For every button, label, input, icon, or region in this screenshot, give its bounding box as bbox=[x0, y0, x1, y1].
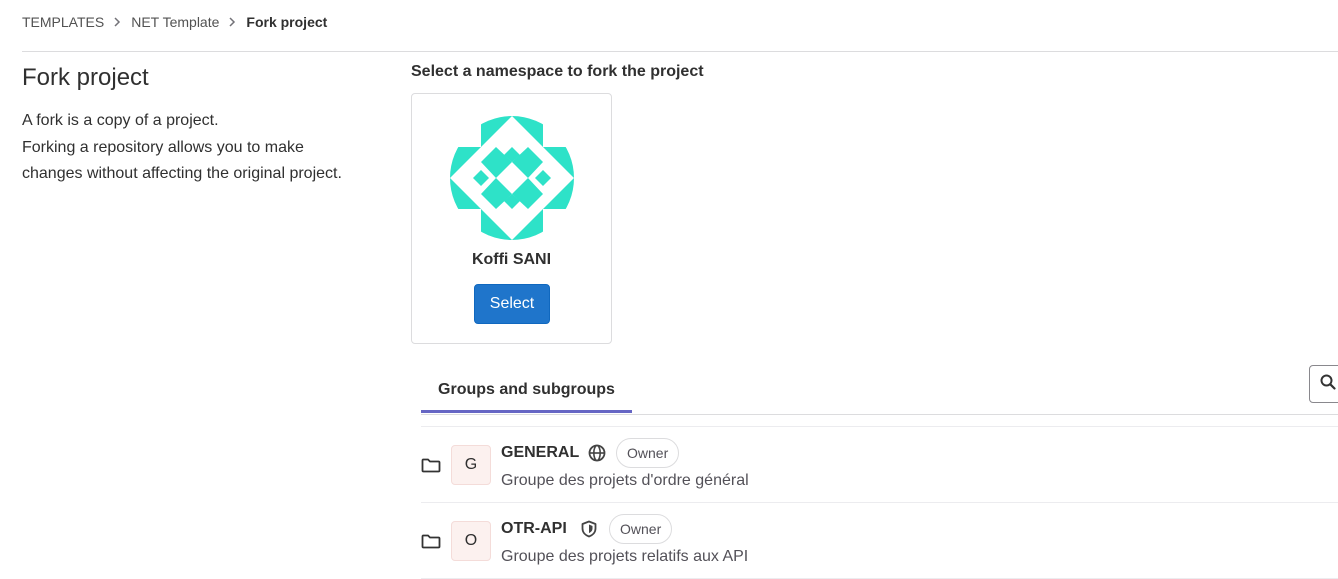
globe-icon bbox=[587, 443, 607, 463]
description-line: changes without affecting the original p… bbox=[22, 165, 342, 182]
tab-bar-border bbox=[421, 414, 1338, 415]
breadcrumb-item-templates[interactable]: TEMPLATES bbox=[22, 14, 104, 30]
breadcrumb-current: Fork project bbox=[246, 14, 328, 30]
description-line: A fork is a copy of a project. bbox=[22, 112, 219, 129]
folder-icon bbox=[421, 532, 441, 550]
shield-icon bbox=[579, 519, 599, 539]
user-avatar bbox=[450, 116, 574, 240]
namespace-card: Koffi SANI Select bbox=[411, 93, 612, 344]
role-badge: Owner bbox=[609, 514, 673, 544]
group-description: Groupe des projets relatifs aux API bbox=[501, 548, 749, 565]
select-namespace-button[interactable]: Select bbox=[474, 284, 550, 324]
header-divider bbox=[22, 51, 1338, 52]
list-item[interactable]: O OTR-API Owner Groupe des projets relat… bbox=[421, 503, 1338, 579]
breadcrumb: TEMPLATES NET Template Fork project bbox=[22, 12, 327, 32]
chevron-right-icon bbox=[113, 17, 121, 27]
active-tab-indicator bbox=[421, 410, 632, 413]
chevron-right-icon bbox=[228, 17, 236, 27]
search-icon bbox=[1320, 374, 1336, 395]
search-button[interactable] bbox=[1309, 365, 1338, 403]
group-description: Groupe des projets d'ordre général bbox=[501, 472, 749, 489]
group-name-link[interactable]: GENERAL bbox=[501, 444, 579, 462]
page-description: A fork is a copy of a project. Forking a… bbox=[22, 108, 392, 188]
breadcrumb-item-net-template[interactable]: NET Template bbox=[131, 14, 219, 30]
list-item[interactable]: G GENERAL Owner Groupe des projets d'ord… bbox=[421, 427, 1338, 503]
folder-icon bbox=[421, 456, 441, 474]
group-name-link[interactable]: OTR-API bbox=[501, 520, 567, 538]
group-avatar: G bbox=[451, 445, 491, 485]
tab-groups-and-subgroups[interactable]: Groups and subgroups bbox=[421, 366, 632, 414]
page-title: Fork project bbox=[22, 64, 149, 91]
description-line: Forking a repository allows you to make bbox=[22, 138, 304, 156]
role-badge: Owner bbox=[616, 438, 680, 468]
group-avatar: O bbox=[451, 521, 491, 561]
namespace-user-name: Koffi SANI bbox=[471, 251, 552, 268]
namespace-heading: Select a namespace to fork the project bbox=[411, 63, 704, 80]
